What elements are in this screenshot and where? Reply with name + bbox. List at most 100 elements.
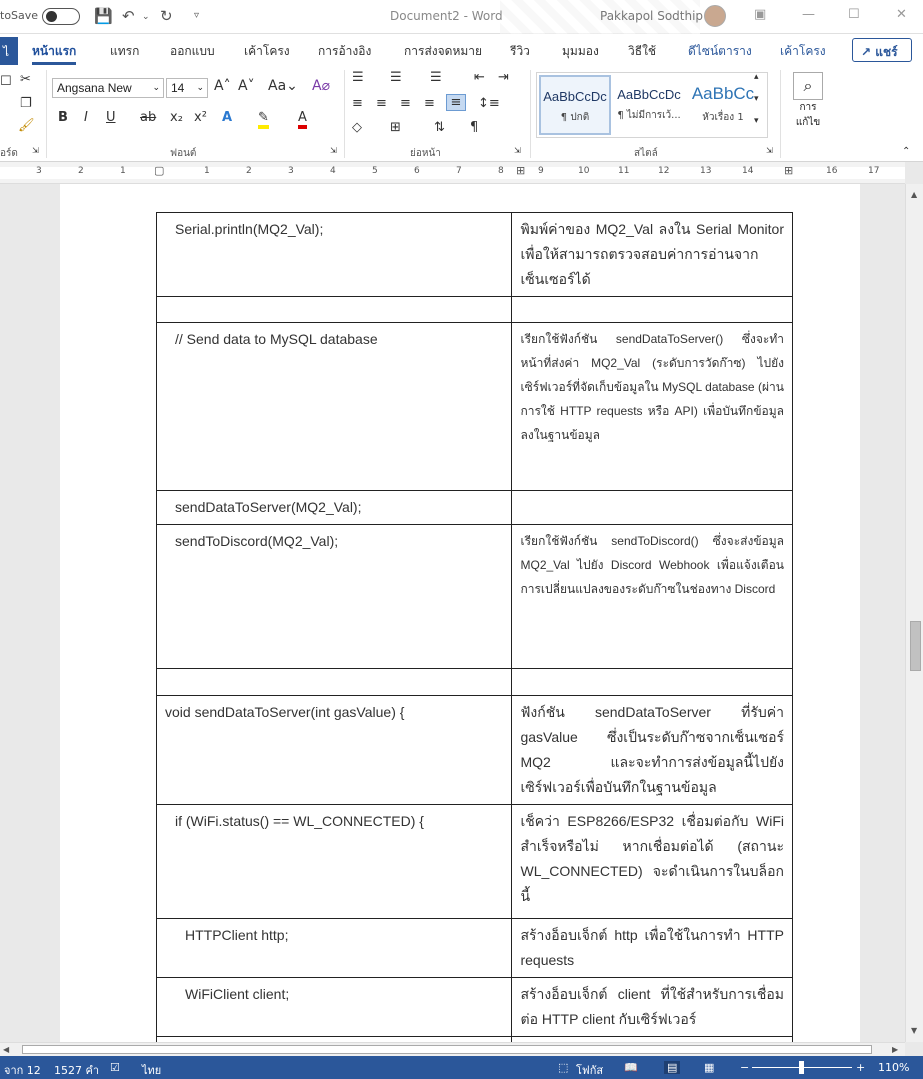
zoom-level[interactable]: 110% xyxy=(878,1061,909,1074)
tab-home[interactable]: หน้าแรก xyxy=(32,42,77,65)
code-cell[interactable]: Serial.println(MQ2_Val); xyxy=(155,212,513,297)
table-row[interactable]: sendToDiscord(MQ2_Val); เรียกใช้ฟังก์ชัน … xyxy=(155,524,793,669)
zoom-in-icon[interactable]: + xyxy=(856,1061,865,1074)
styles-launcher-icon[interactable]: ⇲ xyxy=(766,146,773,155)
code-cell[interactable]: void sendDataToServer(int gasValue) { xyxy=(155,695,513,805)
line-spacing-icon[interactable]: ↕≡ xyxy=(478,96,500,111)
superscript-icon[interactable]: x² xyxy=(194,110,207,125)
scroll-right-icon[interactable]: ▶ xyxy=(892,1045,898,1054)
paragraph-launcher-icon[interactable]: ⇲ xyxy=(514,146,521,155)
copy-icon[interactable]: ❐ xyxy=(20,96,32,111)
table-row[interactable] xyxy=(155,668,793,696)
undo-dropdown-icon[interactable]: ⌄ xyxy=(142,12,150,22)
ruler-column-marker[interactable]: ⊞ xyxy=(516,164,525,177)
description-cell[interactable]: เรียกใช้ฟังก์ชัน sendDataToServer() ซึ่ง… xyxy=(511,322,793,491)
proofing-icon[interactable]: ☑ xyxy=(110,1061,120,1074)
redo-icon[interactable]: ↻ xyxy=(160,7,173,25)
code-cell[interactable]: HTTPClient http; xyxy=(155,918,513,978)
tab-references[interactable]: การอ้างอิง xyxy=(318,42,371,61)
tab-view[interactable]: มุมมอง xyxy=(562,42,599,61)
table-row[interactable] xyxy=(155,296,793,323)
undo-icon[interactable]: ↶ xyxy=(122,7,135,25)
multilevel-list-icon[interactable]: ☰ xyxy=(430,70,442,85)
description-cell[interactable]: พิมพ์ค่าของ MQ2_Val ลงใน Serial Monitor … xyxy=(511,212,793,297)
page[interactable]: Serial.println(MQ2_Val); พิมพ์ค่าของ MQ2_… xyxy=(60,184,860,1042)
close-icon[interactable]: ✕ xyxy=(896,7,907,22)
focus-label[interactable]: โฟกัส xyxy=(576,1061,603,1079)
vertical-scrollbar[interactable]: ▲ ▼ xyxy=(905,184,923,1042)
zoom-out-icon[interactable]: − xyxy=(740,1061,749,1074)
table-row[interactable]: WiFiClient client; สร้างอ็อบเจ็กต์ client… xyxy=(155,977,793,1037)
horizontal-scroll-thumb[interactable] xyxy=(22,1045,872,1054)
table-row[interactable]: HTTPClient http; สร้างอ็อบเจ็กต์ http เพื… xyxy=(155,918,793,978)
borders-icon[interactable]: ⊞ xyxy=(390,120,401,135)
style-normal[interactable]: AaBbCcDc ¶ ปกติ xyxy=(539,75,611,135)
share-button[interactable]: ↗ แชร์ xyxy=(852,38,912,62)
minimize-icon[interactable]: — xyxy=(802,7,815,22)
font-color-icon[interactable]: A xyxy=(298,110,307,129)
align-center-icon[interactable]: ≡ xyxy=(376,96,387,111)
align-left-icon[interactable]: ≡ xyxy=(352,96,363,111)
tab-design[interactable]: ออกแบบ xyxy=(170,42,215,61)
word-count[interactable]: 1527 คำ xyxy=(54,1061,99,1079)
code-cell[interactable] xyxy=(155,668,513,696)
tab-layout[interactable]: เค้าโครง xyxy=(244,42,290,61)
print-layout-icon[interactable]: ▤ xyxy=(664,1061,681,1074)
customize-toolbar-icon[interactable]: ▿ xyxy=(194,10,199,21)
code-cell[interactable]: sendDataToServer(MQ2_Val); xyxy=(155,490,513,525)
clear-formatting-icon[interactable]: A⌀ xyxy=(312,78,330,94)
tab-table-design[interactable]: ดีไซน์ตาราง xyxy=(688,42,752,61)
tab-review[interactable]: รีวิว xyxy=(510,42,530,61)
code-cell[interactable]: WiFiClient client; xyxy=(155,977,513,1037)
ruler-right-marker[interactable]: ⊞ xyxy=(784,164,793,177)
tab-insert[interactable]: แทรก xyxy=(110,42,139,61)
web-layout-icon[interactable]: ▦ xyxy=(704,1061,714,1074)
code-cell[interactable]: sendToDiscord(MQ2_Val); xyxy=(155,524,513,669)
table-row[interactable]: Serial.println(MQ2_Val); พิมพ์ค่าของ MQ2_… xyxy=(155,212,793,297)
document-area[interactable]: Serial.println(MQ2_Val); พิมพ์ค่าของ MQ2_… xyxy=(0,184,905,1042)
description-cell[interactable]: สร้างอ็อบเจ็กต์ client ที่ใช้สำหรับการเช… xyxy=(511,977,793,1037)
description-cell[interactable]: ฟังก์ชัน sendDataToServer ที่รับค่า gasV… xyxy=(511,695,793,805)
horizontal-ruler[interactable]: 3 2 1 ▢ 1 2 3 4 5 6 7 8 ⊞ 9 10 11 12 13 … xyxy=(0,162,905,184)
align-right-icon[interactable]: ≡ xyxy=(400,96,411,111)
table-row[interactable]: sendDataToServer(MQ2_Val); xyxy=(155,490,793,525)
text-effects-icon[interactable]: A xyxy=(222,110,232,125)
font-launcher-icon[interactable]: ⇲ xyxy=(330,146,337,155)
bold-icon[interactable]: B xyxy=(58,110,68,125)
save-icon[interactable]: 💾 xyxy=(94,7,113,25)
tab-table-layout[interactable]: เค้าโครง xyxy=(780,42,826,61)
scroll-up-icon[interactable]: ▲ xyxy=(911,190,917,199)
table-row[interactable]: // Send data to MySQL database เรียกใช้ฟั… xyxy=(155,322,793,491)
sort-icon[interactable]: ⇅ xyxy=(434,120,445,135)
thai-distributed-icon[interactable]: ≡ xyxy=(446,94,466,111)
vertical-scroll-thumb[interactable] xyxy=(910,621,921,671)
code-cell[interactable] xyxy=(155,296,513,323)
horizontal-scrollbar[interactable]: ◀ ▶ xyxy=(0,1042,905,1056)
strikethrough-icon[interactable]: ab xyxy=(140,110,156,125)
language[interactable]: ไทย xyxy=(142,1061,161,1079)
tab-mailings[interactable]: การส่งจดหมาย xyxy=(404,42,482,61)
styles-more-icon[interactable]: ▾ xyxy=(754,116,759,126)
tab-help[interactable]: วิธีใช้ xyxy=(628,42,656,61)
shading-icon[interactable]: ◇ xyxy=(352,120,362,135)
scroll-left-icon[interactable]: ◀ xyxy=(3,1045,9,1054)
scroll-down-icon[interactable]: ▼ xyxy=(911,1026,917,1035)
clipboard-launcher-icon[interactable]: ⇲ xyxy=(32,146,39,155)
description-cell[interactable]: เรียกใช้ฟังก์ชัน sendToDiscord() ซึ่งจะส… xyxy=(511,524,793,669)
content-table[interactable]: Serial.println(MQ2_Val); พิมพ์ค่าของ MQ2_… xyxy=(155,212,793,1042)
ruler-indent-marker[interactable]: ▢ xyxy=(154,164,164,177)
table-row[interactable]: if (WiFi.status() == WL_CONNECTED) {เช็ค… xyxy=(155,804,793,919)
ribbon-display-icon[interactable]: ▣ xyxy=(754,7,766,22)
subscript-icon[interactable]: x₂ xyxy=(170,110,183,125)
description-cell[interactable] xyxy=(511,668,793,696)
description-cell[interactable] xyxy=(511,296,793,323)
focus-icon[interactable]: ⬚ xyxy=(558,1061,568,1074)
show-formatting-icon[interactable]: ¶ xyxy=(470,120,478,135)
cut-icon[interactable]: ✂ xyxy=(20,72,31,87)
autosave-toggle[interactable] xyxy=(42,8,80,25)
description-cell[interactable]: เช็คว่า ESP8266/ESP32 เชื่อมต่อกับ WiFi … xyxy=(511,804,793,919)
highlight-icon[interactable]: ✎ xyxy=(258,110,269,129)
read-mode-icon[interactable]: 📖 xyxy=(624,1061,638,1074)
bullets-icon[interactable]: ☰ xyxy=(352,70,364,85)
description-cell[interactable]: สร้างอ็อบเจ็กต์ http เพื่อใช้ในการทำ HTT… xyxy=(511,918,793,978)
